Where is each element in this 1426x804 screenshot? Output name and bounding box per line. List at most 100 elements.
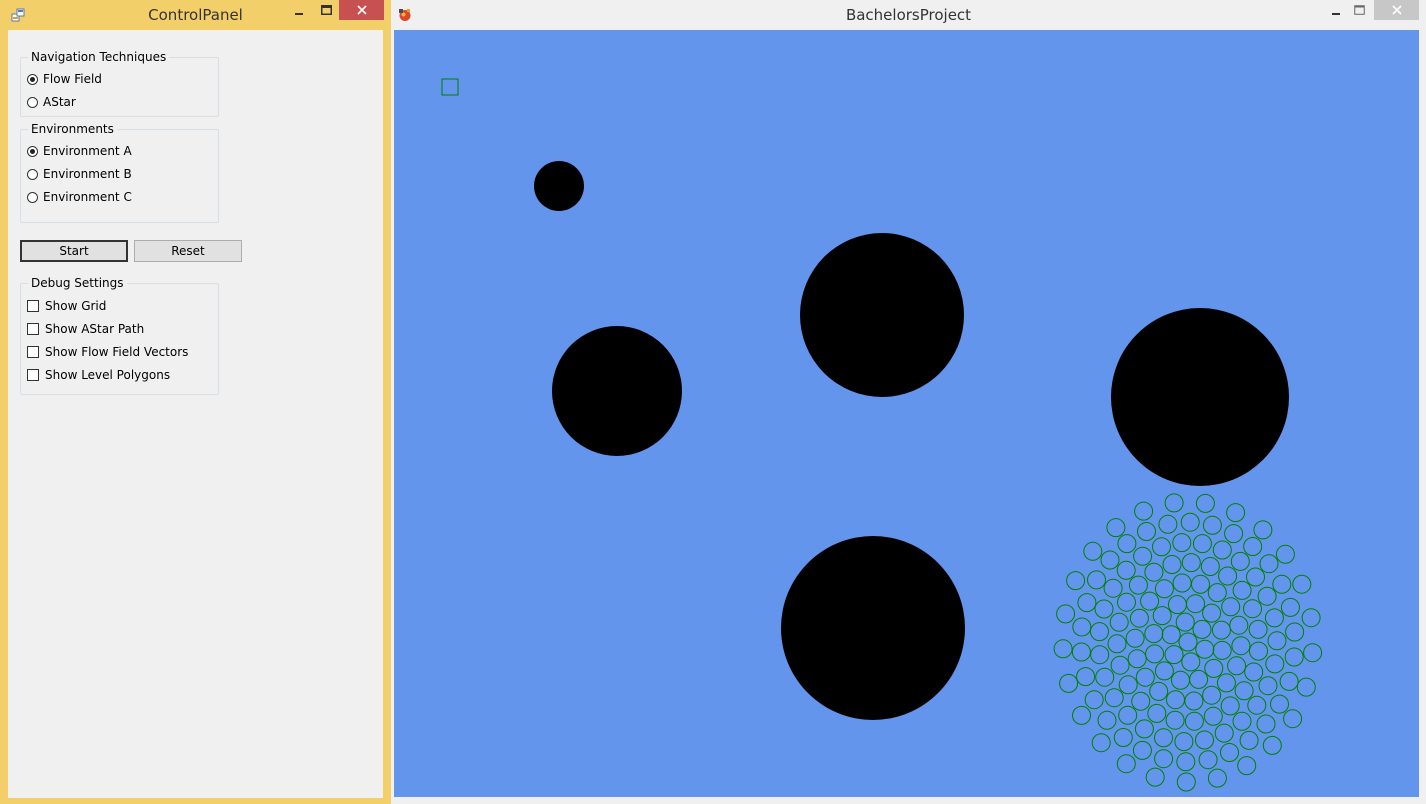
reset-button[interactable]: Reset [134, 240, 242, 262]
checkbox-show-grid[interactable]: Show Grid [27, 298, 106, 314]
agent-circle [1117, 592, 1136, 612]
game-titlebar[interactable]: BachelorsProject [391, 0, 1426, 30]
agent-circle [1265, 654, 1285, 674]
window-title: BachelorsProject [845, 6, 972, 24]
agent-circle [1249, 641, 1268, 661]
agent-circle [1264, 608, 1284, 628]
agent-circle [1243, 599, 1262, 619]
agent-circle [1149, 681, 1169, 701]
agent-circle [1232, 580, 1252, 600]
agent-circle [1202, 603, 1222, 623]
radio-indicator[interactable] [27, 96, 38, 108]
radio-indicator[interactable] [27, 145, 38, 157]
radio-indicator[interactable] [27, 191, 38, 203]
obstacle-circle [552, 326, 682, 456]
minimize-button[interactable] [288, 0, 310, 20]
radio-environment-c[interactable]: Environment C [27, 189, 132, 205]
agent-circle [1095, 667, 1115, 687]
agent-circle [1227, 656, 1247, 676]
checkbox-show-flow-field-vectors[interactable]: Show Flow Field Vectors [27, 344, 188, 360]
navigation-techniques-group: Navigation Techniques Flow Field AStar [20, 50, 219, 117]
radio-label: AStar [43, 95, 76, 109]
minimize-button[interactable] [1325, 0, 1347, 20]
agent-circle [1167, 595, 1187, 615]
agents [1053, 493, 1323, 792]
agent-circle [1174, 732, 1194, 752]
checkbox-show-level-polygons[interactable]: Show Level Polygons [27, 367, 170, 383]
checkbox-label: Show Flow Field Vectors [45, 345, 189, 359]
start-button[interactable]: Start [20, 240, 128, 262]
minimize-icon [1332, 13, 1340, 15]
agent-circle [1229, 615, 1249, 635]
group-title: Debug Settings [28, 276, 127, 290]
radio-indicator[interactable] [27, 73, 38, 85]
agent-circle [1220, 743, 1239, 762]
agent-circle [1164, 645, 1184, 665]
agent-circle [1077, 593, 1097, 613]
radio-environment-b[interactable]: Environment B [27, 166, 132, 182]
close-icon [356, 5, 367, 15]
agent-circle [1191, 574, 1210, 594]
control-panel-client: Navigation Techniques Flow Field AStar E… [8, 30, 383, 798]
agent-circle [1247, 695, 1267, 715]
agent-circle [1087, 570, 1106, 590]
checkbox-indicator[interactable] [27, 369, 39, 381]
agent-circle [1202, 515, 1222, 535]
agent-circle [1129, 608, 1149, 628]
agent-circle [1232, 711, 1252, 731]
obstacle-circle [781, 536, 965, 720]
agent-circle [1137, 522, 1156, 541]
agent-circle [1221, 597, 1241, 617]
control-panel-titlebar[interactable]: ControlPanel [0, 0, 391, 30]
obstacle-circle [534, 161, 584, 211]
agent-circle [1154, 661, 1174, 681]
agent-circle [1192, 619, 1212, 639]
agent-circle [1186, 594, 1205, 614]
agent-circle [1224, 524, 1244, 544]
agent-circle [1303, 643, 1323, 663]
radio-environment-a[interactable]: Environment A [27, 143, 132, 159]
game-canvas[interactable] [394, 30, 1419, 797]
agent-circle [1132, 740, 1152, 760]
agent-circle [1184, 691, 1204, 711]
agent-circle [1158, 514, 1178, 534]
agent-circle [1212, 540, 1232, 560]
agent-circle [1140, 591, 1160, 611]
checkbox-indicator[interactable] [27, 300, 39, 312]
agent-circle [1103, 578, 1123, 598]
radio-label: Environment C [43, 190, 132, 204]
agent-circle [1134, 501, 1154, 521]
agent-circle [1172, 533, 1192, 553]
agent-circle [1192, 534, 1212, 554]
checkbox-indicator[interactable] [27, 323, 39, 335]
goal-marker [441, 78, 459, 96]
radio-astar[interactable]: AStar [27, 94, 76, 110]
agent-circle [1076, 667, 1096, 687]
radio-flow-field[interactable]: Flow Field [27, 71, 102, 87]
agent-circle [1091, 733, 1111, 753]
agent-circle [1072, 705, 1091, 725]
close-button[interactable] [1374, 0, 1419, 20]
agent-circle [1256, 714, 1276, 734]
checkbox-show-astar-path[interactable]: Show AStar Path [27, 321, 144, 337]
agent-circle [1257, 586, 1277, 606]
checkbox-indicator[interactable] [27, 346, 39, 358]
close-button[interactable] [339, 0, 384, 20]
agent-circle [1154, 728, 1173, 748]
agent-circle [1166, 690, 1185, 710]
agent-circle [1195, 639, 1215, 659]
agent-circle [1180, 512, 1200, 532]
agent-circle [1053, 639, 1073, 659]
minimize-icon [295, 13, 303, 15]
agent-circle [1084, 690, 1104, 710]
agent-circle [1283, 709, 1303, 729]
agent-circle [1275, 544, 1295, 564]
agent-circle [1133, 546, 1153, 566]
agent-circle [1171, 670, 1190, 690]
maximize-button[interactable] [1348, 0, 1370, 20]
agent-circle [1203, 706, 1223, 726]
radio-indicator[interactable] [27, 168, 38, 180]
agent-circle [1109, 612, 1129, 632]
agent-circle [1161, 625, 1181, 645]
maximize-button[interactable] [315, 0, 337, 20]
